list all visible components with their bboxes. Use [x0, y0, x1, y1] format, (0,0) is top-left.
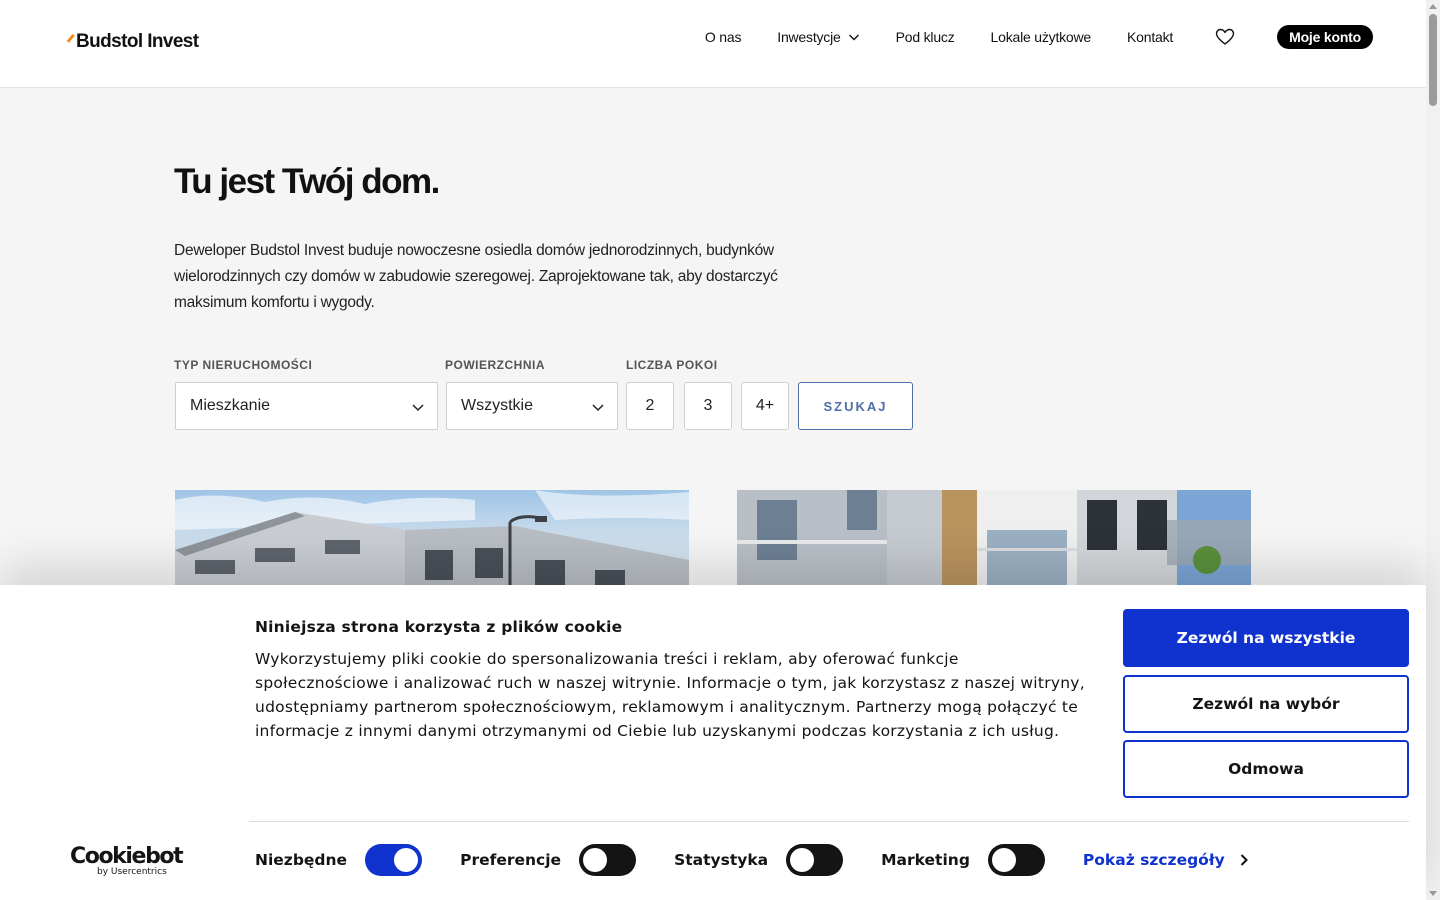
nav-item-inwestycje[interactable]: Inwestycje [777, 29, 859, 45]
statistics-toggle[interactable] [786, 844, 844, 876]
nav-item-label: Inwestycje [777, 29, 841, 45]
property-type-value: Mieszkanie [190, 397, 271, 414]
scroll-down-arrow-icon[interactable] [1429, 891, 1437, 896]
rooms-option-2[interactable]: 2 [626, 382, 674, 430]
logo[interactable]: Budstol Invest [64, 31, 199, 53]
main-nav: O nas Inwestycje Pod klucz Lokale użytko… [705, 24, 1373, 50]
page-title: Tu jest Twój dom. [174, 162, 440, 201]
search-button[interactable]: SZUKAJ [798, 382, 913, 430]
rooms-label: LICZBA POKOI [626, 358, 718, 372]
deny-button[interactable]: Odmowa [1123, 740, 1409, 798]
rooms-option-4-plus[interactable]: 4+ [741, 382, 789, 430]
cookiebot-logo[interactable]: Cookiebot by Usercentrics [70, 844, 184, 878]
toggle-label-statistics: Statystyka [674, 851, 769, 869]
chevron-down-icon [412, 404, 424, 412]
scroll-up-arrow-icon[interactable] [1429, 4, 1437, 9]
toggle-label-necessary: Niezbędne [255, 851, 348, 869]
logo-mark-icon [64, 33, 76, 51]
site-header: Budstol Invest O nas Inwestycje Pod kluc… [0, 0, 1426, 88]
my-account-button[interactable]: Moje konto [1277, 25, 1373, 49]
cookie-title: Niniejsza strona korzysta z plików cooki… [255, 618, 623, 636]
toggle-label-preferences: Preferencje [460, 851, 562, 869]
chevron-right-icon [1240, 854, 1248, 866]
area-select[interactable]: Wszystkie [446, 382, 618, 430]
building-image [737, 490, 1251, 600]
cookie-text: Wykorzystujemy pliki cookie do spersonal… [255, 650, 1085, 740]
logo-text: Budstol Invest [76, 31, 199, 52]
toggle-label-marketing: Marketing [881, 851, 970, 869]
area-value: Wszystkie [461, 397, 533, 414]
building-image [175, 490, 689, 600]
cookie-consent-banner: Niniejsza strona korzysta z plików cooki… [0, 585, 1426, 900]
marketing-toggle[interactable] [987, 844, 1045, 876]
property-type-label: TYP NIERUCHOMOŚCI [174, 358, 313, 372]
nav-item-lokale-uzytkowe[interactable]: Lokale użytkowe [991, 29, 1092, 45]
preferences-toggle[interactable] [579, 844, 637, 876]
nav-item-o-nas[interactable]: O nas [705, 29, 742, 45]
scrollbar-thumb[interactable] [1429, 14, 1437, 106]
rooms-option-3[interactable]: 3 [684, 382, 732, 430]
chevron-down-icon [592, 404, 604, 412]
show-details-label: Pokaż szczegóły [1082, 851, 1225, 869]
investment-photo-1[interactable] [175, 490, 689, 600]
chevron-down-icon [848, 34, 859, 41]
divider [249, 821, 1409, 822]
investment-photo-2[interactable] [737, 490, 1251, 600]
area-label: POWIERZCHNIA [445, 358, 545, 372]
property-type-select[interactable]: Mieszkanie [175, 382, 438, 430]
hero-description: Deweloper Budstol Invest buduje nowoczes… [174, 242, 778, 311]
consent-toggles: Niezbędne Preferencje Statystyka Marketi… [255, 844, 1249, 876]
nav-item-pod-klucz[interactable]: Pod klucz [896, 29, 955, 45]
allow-selection-button[interactable]: Zezwól na wybór [1123, 675, 1409, 733]
nav-item-kontakt[interactable]: Kontakt [1127, 29, 1173, 45]
allow-all-button[interactable]: Zezwól na wszystkie [1123, 609, 1409, 667]
necessary-toggle[interactable] [365, 844, 423, 876]
show-details-link[interactable]: Pokaż szczegóły [1083, 851, 1249, 869]
heart-icon[interactable] [1215, 27, 1235, 47]
cookiebot-brand: Cookiebot [70, 844, 184, 869]
scrollbar[interactable] [1426, 0, 1440, 900]
